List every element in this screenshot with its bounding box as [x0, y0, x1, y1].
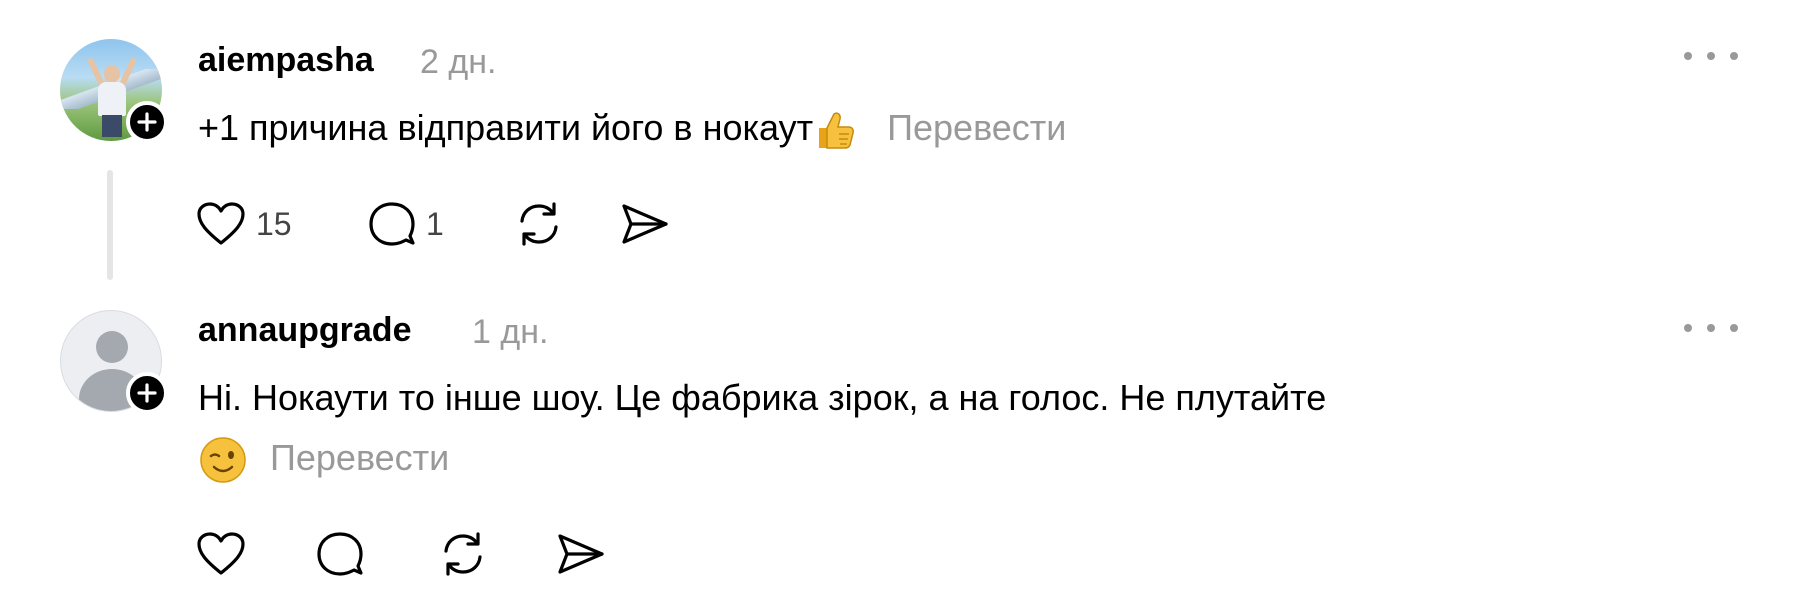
thumbs-up-emoji: [813, 108, 857, 152]
username[interactable]: annaupgrade: [198, 310, 411, 350]
reply-count: 1: [426, 205, 444, 242]
plus-icon: [137, 383, 157, 403]
follow-button[interactable]: [126, 372, 168, 414]
comment-text-line2: Перевести: [198, 428, 449, 488]
repost-button[interactable]: [438, 526, 488, 582]
reply-button[interactable]: 1: [368, 196, 444, 252]
translate-link[interactable]: Перевести: [887, 107, 1066, 148]
repost-icon: [520, 202, 558, 246]
like-button[interactable]: [196, 526, 246, 582]
comment-body: +1 причина відправити його в нокаут: [198, 107, 814, 148]
heart-icon: [197, 202, 245, 245]
username[interactable]: aiempasha: [198, 40, 374, 80]
thread-line: [107, 170, 113, 280]
comment-text: +1 причина відправити його в нокаут Пере…: [198, 98, 1066, 158]
more-button[interactable]: [1684, 46, 1738, 66]
timestamp[interactable]: 1 дн.: [472, 312, 548, 352]
translate-link[interactable]: Перевести: [270, 437, 449, 478]
repost-icon: [444, 532, 482, 576]
more-icon: [1684, 52, 1692, 60]
like-count: 15: [256, 205, 292, 242]
follow-button[interactable]: [126, 101, 168, 143]
more-icon: [1684, 324, 1692, 332]
share-icon: [622, 204, 668, 244]
heart-icon: [197, 532, 245, 575]
share-icon: [558, 534, 604, 574]
plus-icon: [137, 112, 157, 132]
like-button[interactable]: 15: [196, 196, 292, 252]
repost-button[interactable]: [514, 196, 564, 252]
share-button[interactable]: [620, 196, 670, 252]
comment-icon: [369, 202, 415, 246]
share-button[interactable]: [556, 526, 606, 582]
wink-emoji: [198, 435, 248, 485]
more-button[interactable]: [1684, 318, 1738, 338]
comment-body: Ні. Нокаути то інше шоу. Це фабрика зіро…: [198, 377, 1327, 418]
timestamp[interactable]: 2 дн.: [420, 42, 496, 82]
reply-button[interactable]: [316, 526, 364, 582]
comment-icon: [317, 532, 363, 576]
